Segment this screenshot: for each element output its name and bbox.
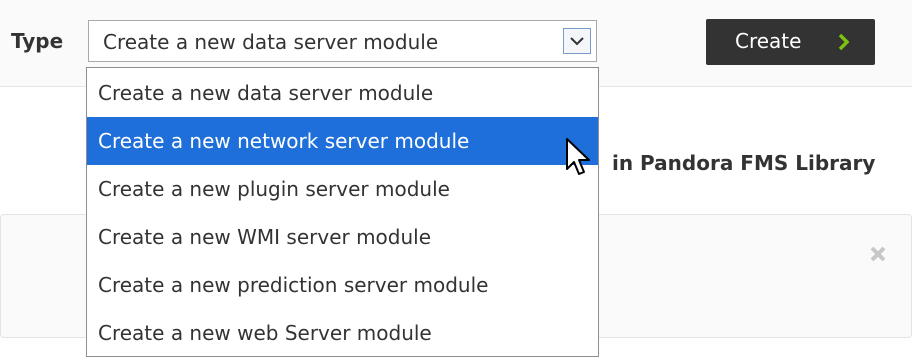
select-current-value: Create a new data server module [103,30,439,54]
library-heading: in Pandora FMS Library [612,151,876,175]
option-prediction-server-module[interactable]: Create a new prediction server module [87,261,598,309]
close-icon[interactable] [869,245,887,263]
option-web-server-module[interactable]: Create a new web Server module [87,309,598,357]
option-wmi-server-module[interactable]: Create a new WMI server module [87,213,598,261]
module-type-select[interactable]: Create a new data server module [88,20,597,62]
chevron-down-icon [570,37,584,46]
module-type-dropdown-list: Create a new data server module Create a… [86,67,599,357]
option-data-server-module[interactable]: Create a new data server module [87,69,598,117]
create-button-label: Create [735,29,802,53]
chevron-right-icon [838,33,850,51]
create-button[interactable]: Create [706,19,875,65]
option-plugin-server-module[interactable]: Create a new plugin server module [87,165,598,213]
select-dropdown-button[interactable] [563,28,591,54]
type-label: Type [11,29,64,53]
cursor-icon [566,138,590,175]
option-network-server-module[interactable]: Create a new network server module [87,117,598,165]
